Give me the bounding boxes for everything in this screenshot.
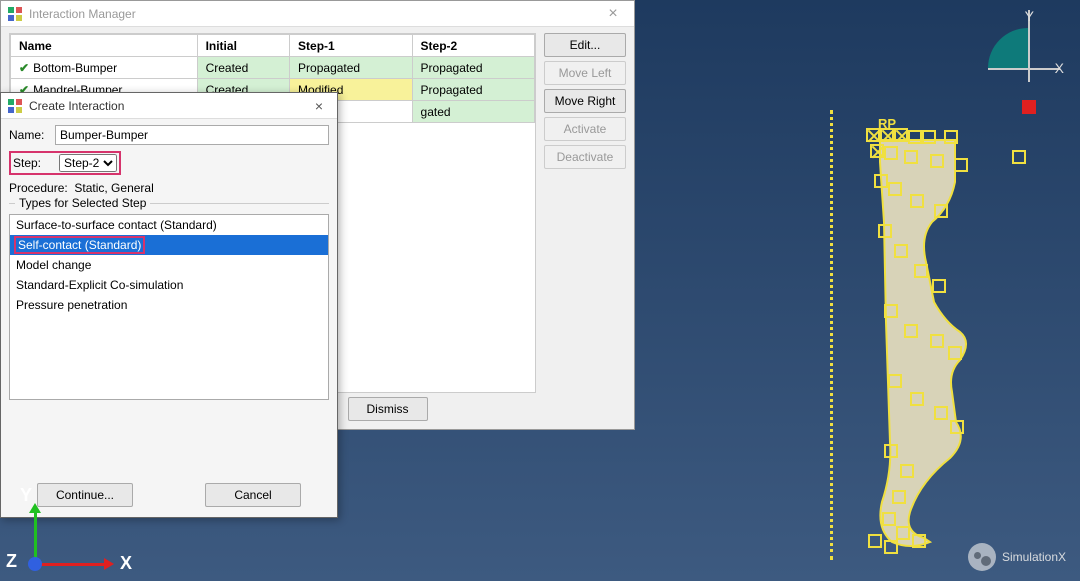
col-step2[interactable]: Step-2 — [412, 35, 534, 57]
axis-of-symmetry — [830, 110, 833, 560]
node-marker[interactable] — [884, 146, 898, 160]
node-marker[interactable] — [870, 144, 884, 158]
type-item[interactable]: Model change — [10, 255, 328, 275]
col-step1[interactable]: Step-1 — [290, 35, 412, 57]
node-marker[interactable] — [910, 392, 924, 406]
node-marker[interactable] — [932, 279, 946, 293]
viewport-model[interactable]: RP — [830, 110, 990, 550]
node-marker[interactable] — [892, 490, 906, 504]
create-interaction-titlebar[interactable]: Create Interaction × — [1, 93, 337, 119]
types-legend: Types for Selected Step — [15, 196, 150, 210]
triad-tr-x-label: X — [1055, 60, 1064, 76]
move-right-button[interactable]: Move Right — [544, 89, 626, 113]
watermark-text: SimulationX — [1002, 550, 1066, 564]
node-marker[interactable] — [954, 158, 968, 172]
node-marker[interactable] — [884, 540, 898, 554]
app-icon — [7, 98, 23, 114]
types-list[interactable]: Surface-to-surface contact (Standard)Sel… — [9, 214, 329, 400]
node-marker[interactable] — [884, 444, 898, 458]
step-label: Step: — [13, 156, 55, 170]
check-icon: ✔ — [19, 61, 29, 75]
node-marker[interactable] — [930, 154, 944, 168]
col-name[interactable]: Name — [11, 35, 198, 57]
move-left-button: Move Left — [544, 61, 626, 85]
node-marker[interactable] — [1012, 150, 1026, 164]
triad-y-label: Y — [20, 485, 32, 506]
node-marker[interactable] — [878, 224, 892, 238]
node-marker[interactable] — [904, 150, 918, 164]
type-item[interactable]: Pressure penetration — [10, 295, 328, 315]
node-marker[interactable] — [914, 264, 928, 278]
node-marker[interactable] — [908, 130, 922, 144]
triad-tr-y-label: Y — [1025, 8, 1034, 24]
node-marker[interactable] — [888, 374, 902, 388]
procedure-value: Static, General — [74, 181, 153, 195]
node-marker[interactable] — [950, 420, 964, 434]
app-icon — [7, 6, 23, 22]
close-icon[interactable]: × — [598, 5, 628, 23]
name-input[interactable] — [55, 125, 329, 145]
triad-z-label: Z — [6, 551, 17, 572]
node-marker[interactable] — [888, 182, 902, 196]
dismiss-button[interactable]: Dismiss — [348, 397, 428, 421]
continue-button[interactable]: Continue... — [37, 483, 133, 507]
node-marker[interactable] — [912, 534, 926, 548]
cancel-button[interactable]: Cancel — [205, 483, 301, 507]
manager-side-buttons: Edit... Move Left Move Right Activate De… — [544, 33, 626, 393]
triad-x-label: X — [120, 553, 132, 574]
activate-button: Activate — [544, 117, 626, 141]
interaction-manager-title: Interaction Manager — [29, 7, 598, 21]
node-marker[interactable] — [922, 130, 936, 144]
viewport-triad-top-right: Y X — [980, 10, 1060, 110]
node-marker[interactable] — [944, 130, 958, 144]
table-row[interactable]: ✔Bottom-BumperCreatedPropagatedPropagate… — [11, 57, 535, 79]
procedure-label: Procedure: — [9, 181, 68, 195]
node-marker[interactable] — [874, 174, 888, 188]
node-marker[interactable] — [882, 512, 896, 526]
watermark: SimulationX — [968, 543, 1066, 571]
node-marker[interactable] — [880, 128, 894, 142]
deactivate-button: Deactivate — [544, 145, 626, 169]
node-marker[interactable] — [894, 244, 908, 258]
edit-button[interactable]: Edit... — [544, 33, 626, 57]
col-initial[interactable]: Initial — [197, 35, 289, 57]
node-marker[interactable] — [896, 526, 910, 540]
node-marker[interactable] — [934, 406, 948, 420]
node-marker[interactable] — [900, 464, 914, 478]
type-item[interactable]: Standard-Explicit Co-simulation — [10, 275, 328, 295]
node-marker[interactable] — [904, 324, 918, 338]
create-interaction-dialog: Create Interaction × Name: Step: Step-2 … — [0, 92, 338, 518]
type-item[interactable]: Surface-to-surface contact (Standard) — [10, 215, 328, 235]
node-marker[interactable] — [884, 304, 898, 318]
step-select[interactable]: Step-2 — [59, 154, 117, 172]
node-marker[interactable] — [910, 194, 924, 208]
node-marker[interactable] — [868, 534, 882, 548]
close-icon[interactable]: × — [307, 98, 331, 114]
node-marker[interactable] — [866, 128, 880, 142]
create-interaction-title: Create Interaction — [29, 99, 307, 113]
node-marker[interactable] — [934, 204, 948, 218]
name-label: Name: — [9, 128, 51, 142]
wechat-icon — [968, 543, 996, 571]
node-marker[interactable] — [894, 128, 908, 142]
node-marker[interactable] — [948, 346, 962, 360]
interaction-manager-titlebar[interactable]: Interaction Manager × — [1, 1, 634, 27]
node-marker[interactable] — [930, 334, 944, 348]
type-item[interactable]: Self-contact (Standard) — [10, 235, 328, 255]
